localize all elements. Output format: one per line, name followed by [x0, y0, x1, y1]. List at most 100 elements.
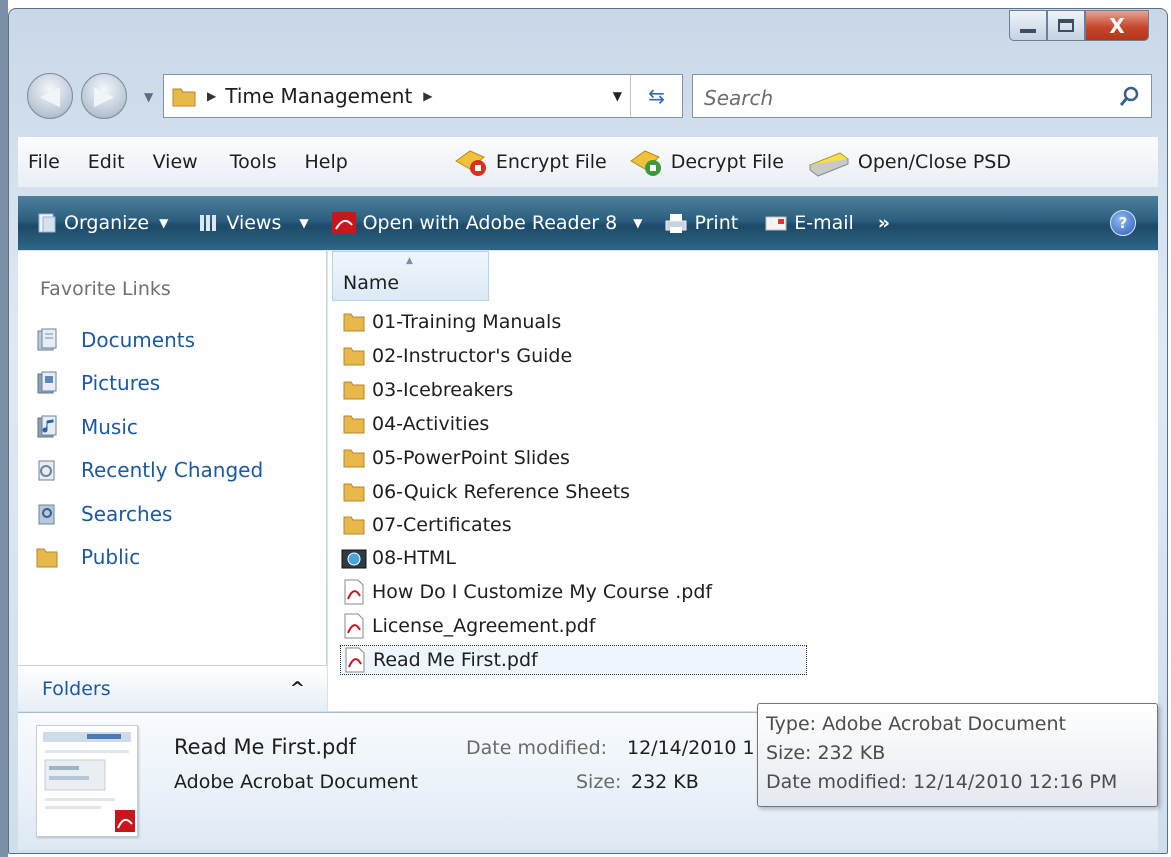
file-name: 04-Activities: [372, 413, 490, 435]
nav-link-label: Recently Changed: [81, 458, 264, 482]
search-icon[interactable]: [1119, 85, 1141, 107]
date-modified-label: Date modified:: [466, 737, 608, 759]
list-item[interactable]: 02-Instructor's Guide: [340, 341, 572, 371]
chevron-down-icon: ▼: [633, 216, 643, 230]
menu-view[interactable]: View: [153, 151, 198, 173]
nav-link-label: Public: [81, 545, 141, 569]
nav-link-label: Music: [81, 415, 138, 439]
menu-tools[interactable]: Tools: [230, 151, 277, 173]
organize-button[interactable]: Organize ▼: [36, 212, 168, 234]
menu-file[interactable]: File: [28, 151, 60, 173]
recently-changed-icon: [38, 460, 55, 481]
close-button[interactable]: X: [1085, 10, 1149, 41]
pdf-icon: [341, 647, 369, 673]
nav-link-documents[interactable]: Documents: [35, 328, 195, 352]
favorite-links-header: Favorite Links: [40, 278, 171, 300]
list-item[interactable]: 03-Icebreakers: [340, 375, 513, 405]
nav-link-recently-changed[interactable]: Recently Changed: [35, 458, 263, 482]
nav-link-public[interactable]: Public: [35, 545, 140, 569]
file-thumbnail: [36, 725, 138, 837]
folders-label: Folders: [42, 678, 111, 700]
decrypt-file-button[interactable]: Decrypt File: [629, 147, 784, 177]
file-name: 06-Quick Reference Sheets: [372, 481, 631, 503]
list-item-selected[interactable]: Read Me First.pdf: [340, 645, 807, 675]
minimize-button[interactable]: [1009, 10, 1047, 41]
chevron-down-icon: ▼: [159, 216, 169, 230]
drive-icon: [808, 152, 849, 177]
maximize-button[interactable]: [1047, 10, 1085, 41]
encrypt-file-button[interactable]: Encrypt File: [454, 147, 607, 177]
nav-link-label: Searches: [81, 502, 173, 526]
list-item[interactable]: 07-Certificates: [340, 510, 512, 540]
list-item[interactable]: 01-Training Manuals: [340, 307, 561, 337]
printer-icon: [665, 214, 687, 233]
recent-pages-dropdown[interactable]: ▼: [144, 90, 153, 104]
nav-link-pictures[interactable]: Pictures: [35, 371, 160, 395]
folders-toggle[interactable]: Folders ^: [18, 665, 327, 711]
list-item[interactable]: 08-HTML: [340, 543, 456, 573]
nav-link-label: Documents: [81, 328, 196, 352]
address-dropdown-icon[interactable]: ▼: [613, 89, 622, 103]
tooltip-date: Date modified: 12/14/2010 12:16 PM: [766, 771, 1118, 793]
public-folder-icon: [36, 548, 58, 568]
pdf-icon: [340, 613, 368, 639]
tooltip-size: Size: 232 KB: [766, 742, 886, 764]
address-bar[interactable]: ▶ Time Management ▶ ▼ ⇆: [163, 74, 683, 118]
open-close-psd-button[interactable]: Open/Close PSD: [806, 147, 1011, 177]
file-name: 08-HTML: [372, 547, 456, 569]
list-item[interactable]: 06-Quick Reference Sheets: [340, 477, 630, 507]
details-file-name: Read Me First.pdf: [174, 735, 357, 759]
close-icon: X: [1109, 13, 1125, 38]
desktop-edge: [0, 0, 8, 857]
file-name: How Do I Customize My Course .pdf: [372, 581, 713, 603]
folder-icon: [340, 377, 368, 403]
refresh-button[interactable]: ⇆: [630, 75, 682, 117]
nav-link-searches[interactable]: Searches: [35, 502, 172, 526]
list-item[interactable]: License_Agreement.pdf: [340, 611, 596, 641]
breadcrumb-separator-icon: ▶: [207, 89, 217, 103]
html-folder-icon: [340, 545, 368, 571]
encrypt-icon: [454, 150, 486, 176]
help-icon: ?: [1118, 214, 1128, 232]
file-list: ▲ Name 01-Training Manuals 02-Instructor…: [328, 251, 1158, 711]
list-item[interactable]: 05-PowerPoint Slides: [340, 443, 570, 473]
refresh-icon: ⇆: [648, 84, 665, 108]
file-name: 07-Certificates: [372, 514, 512, 536]
folder-icon: [340, 309, 368, 335]
folder-icon: [172, 88, 196, 107]
list-item[interactable]: 04-Activities: [340, 409, 489, 439]
file-name: 01-Training Manuals: [372, 311, 562, 333]
organize-label: Organize: [64, 212, 150, 234]
open-with-label: Open with Adobe Reader 8: [362, 212, 618, 234]
views-button[interactable]: Views ▼: [198, 212, 309, 234]
pictures-icon: [37, 371, 57, 394]
file-name: License_Agreement.pdf: [372, 615, 596, 637]
nav-link-label: Pictures: [81, 371, 161, 395]
menu-help[interactable]: Help: [305, 151, 348, 173]
minimize-icon: [1020, 28, 1036, 33]
size-label: Size:: [576, 771, 622, 793]
column-header-name[interactable]: ▲ Name: [332, 251, 489, 301]
nav-link-music[interactable]: Music: [35, 415, 138, 439]
file-name: 05-PowerPoint Slides: [372, 447, 570, 469]
search-box[interactable]: Search: [692, 74, 1152, 118]
help-button[interactable]: ?: [1110, 210, 1136, 236]
open-with-adobe-reader-button[interactable]: Open with Adobe Reader 8 ▼: [331, 211, 643, 235]
caption-buttons: X: [1009, 10, 1149, 41]
views-icon: [200, 215, 217, 231]
sort-ascending-icon: ▲: [406, 256, 413, 266]
search-input[interactable]: Search: [704, 86, 773, 110]
details-file-type: Adobe Acrobat Document: [174, 771, 418, 793]
forward-button[interactable]: ▶: [81, 73, 127, 119]
command-bar: Organize ▼ Views ▼ Open with Adobe Reade…: [18, 196, 1158, 250]
print-button[interactable]: Print: [664, 212, 738, 234]
more-commands-button[interactable]: »: [878, 212, 890, 234]
breadcrumb-time-management[interactable]: Time Management: [225, 84, 412, 108]
size-value: 232 KB: [631, 771, 699, 793]
back-button[interactable]: ◀: [27, 73, 73, 119]
email-button[interactable]: E-mail: [764, 212, 854, 234]
list-item[interactable]: How Do I Customize My Course .pdf: [340, 577, 712, 607]
breadcrumb-separator-icon[interactable]: ▶: [423, 89, 432, 103]
forward-arrow-icon: ▶: [94, 81, 114, 111]
menu-edit[interactable]: Edit: [88, 151, 125, 173]
